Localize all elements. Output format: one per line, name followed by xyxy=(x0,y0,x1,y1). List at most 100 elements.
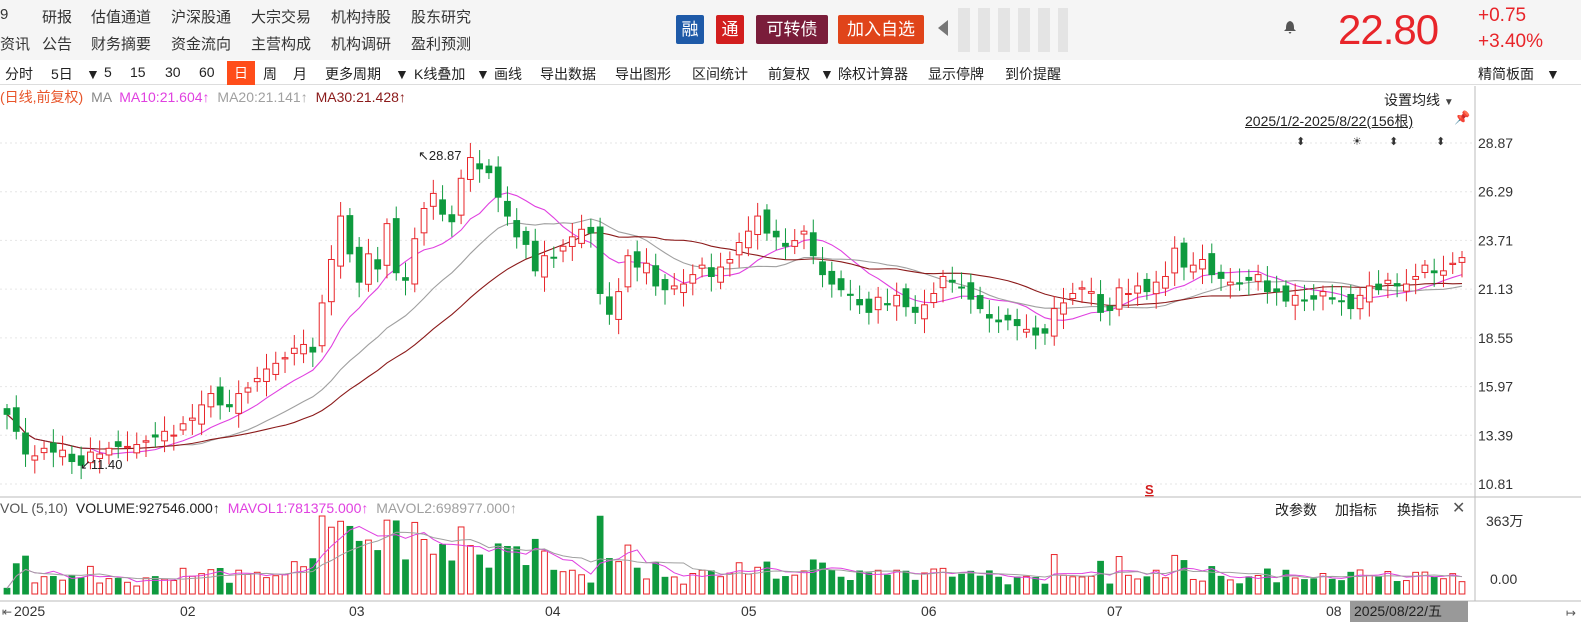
volume-bar xyxy=(402,559,409,595)
nav-item-survey[interactable]: 机构调研 xyxy=(331,33,391,54)
candle-body xyxy=(967,282,975,300)
volume-bar xyxy=(689,573,697,595)
add-watchlist-button[interactable]: 加入自选 xyxy=(838,15,924,44)
candle-body xyxy=(161,430,168,442)
range-stats[interactable]: 区间统计 xyxy=(692,64,748,84)
candle-body xyxy=(300,343,307,355)
volume-bar xyxy=(726,572,734,595)
nav-item-research[interactable]: 研报 xyxy=(42,6,72,27)
candle-body xyxy=(772,230,780,238)
volume-bar xyxy=(281,574,289,595)
volume-bars xyxy=(3,515,1466,595)
chevron-down-icon[interactable]: ▼ xyxy=(820,66,834,82)
chevron-down-icon[interactable]: ▼ xyxy=(1546,66,1560,82)
period-month[interactable]: 月 xyxy=(293,64,307,84)
chevron-down-icon[interactable]: ▼ xyxy=(476,66,490,82)
period-5day[interactable]: 5日 xyxy=(51,64,73,84)
nav-item[interactable]: 9 xyxy=(0,6,8,23)
volume-bar xyxy=(467,545,474,595)
volume-bar xyxy=(884,574,891,595)
volume-bar xyxy=(383,519,391,595)
candle-body xyxy=(828,270,836,285)
draw-line[interactable]: 画线 xyxy=(494,64,522,84)
volume-bar xyxy=(198,573,205,595)
volume-bar xyxy=(531,538,539,595)
candle-body xyxy=(865,298,873,313)
candle-body xyxy=(105,447,113,456)
switch-indicator-button[interactable]: 换指标 xyxy=(1397,500,1439,520)
export-data[interactable]: 导出数据 xyxy=(540,64,596,84)
volume-bar xyxy=(179,567,187,595)
period-day[interactable]: 日 xyxy=(227,61,255,85)
period-30min[interactable]: 30 xyxy=(165,64,181,80)
volume-bar xyxy=(958,573,965,595)
period-5min[interactable]: 5 xyxy=(104,64,112,80)
candle-body xyxy=(1458,257,1466,263)
kline-overlay[interactable]: K线叠加 xyxy=(414,64,465,84)
candle-body xyxy=(170,434,178,437)
export-graph[interactable]: 导出图形 xyxy=(615,64,671,84)
nav-item-financial[interactable]: 财务摘要 xyxy=(91,33,151,54)
volume-bar xyxy=(1124,574,1132,595)
candle-body xyxy=(1421,264,1429,273)
candles xyxy=(3,143,1466,480)
compact-panel[interactable]: 精简板面 xyxy=(1478,64,1534,84)
nav-item-hk-connect[interactable]: 沪深股通 xyxy=(171,6,231,27)
price-alert[interactable]: 到价提醒 xyxy=(1005,64,1061,84)
chevron-down-icon[interactable]: ▼ xyxy=(86,66,100,82)
volume-bar xyxy=(1097,560,1104,595)
y-tick-label: 21.13 xyxy=(1478,281,1513,297)
candle-body xyxy=(809,232,817,257)
nav-item-news[interactable]: 资讯 xyxy=(0,33,30,54)
candle-body xyxy=(281,357,289,360)
volume-bar xyxy=(355,540,363,595)
volume-bar xyxy=(828,569,836,595)
nav-item-capital-flow[interactable]: 资金流向 xyxy=(171,33,231,54)
volume-bar xyxy=(550,569,558,595)
candle-body xyxy=(884,303,891,306)
volume-bar xyxy=(226,582,233,595)
candle-body xyxy=(550,256,558,259)
nav-item-shareholder[interactable]: 股东研究 xyxy=(411,6,471,27)
period-60min[interactable]: 60 xyxy=(199,64,215,80)
period-intraday[interactable]: 分时 xyxy=(5,64,33,84)
volume-bar xyxy=(439,543,446,595)
volume-bar xyxy=(902,570,910,595)
convertible-bond-tag[interactable]: 可转债 xyxy=(756,15,828,44)
collapse-left-icon[interactable] xyxy=(938,20,948,36)
candle-body xyxy=(429,192,437,207)
period-15min[interactable]: 15 xyxy=(130,64,146,80)
volume-bar xyxy=(893,569,901,595)
connect-tag[interactable]: 通 xyxy=(716,15,744,44)
candle-body xyxy=(1356,294,1364,310)
show-suspension[interactable]: 显示停牌 xyxy=(928,64,984,84)
kline-chart[interactable]: 28.87 26.29 23.71 21.13 18.55 15.97 13.39 10.81… xyxy=(0,86,1581,628)
nav-item-institution-holding[interactable]: 机构持股 xyxy=(331,6,391,27)
candle-body xyxy=(1328,297,1336,300)
nav-item-announcement[interactable]: 公告 xyxy=(42,33,72,54)
volume-bar xyxy=(1282,569,1290,595)
candle-body xyxy=(1208,253,1216,276)
more-periods[interactable]: 更多周期 xyxy=(325,64,381,84)
ma10-line xyxy=(6,192,1463,455)
chevron-down-icon[interactable]: ▼ xyxy=(395,66,409,82)
volume-bar xyxy=(1264,568,1271,595)
candle-body xyxy=(290,347,298,354)
volume-bar xyxy=(124,581,131,595)
nav-item-block-trade[interactable]: 大宗交易 xyxy=(251,6,311,27)
volume-bar xyxy=(1115,556,1123,595)
forward-adjust[interactable]: 前复权 xyxy=(768,64,810,84)
period-week[interactable]: 周 xyxy=(263,64,277,84)
nav-item-forecast[interactable]: 盈利预测 xyxy=(411,33,471,54)
add-indicator-button[interactable]: 加指标 xyxy=(1335,500,1377,520)
close-icon[interactable]: ✕ xyxy=(1452,498,1465,518)
candle-body xyxy=(1254,274,1262,282)
margin-tag[interactable]: 融 xyxy=(676,15,704,44)
nav-item-valuation[interactable]: 估值通道 xyxy=(91,6,151,27)
edit-params-button[interactable]: 改参数 xyxy=(1275,500,1317,520)
volume-bar xyxy=(1032,577,1040,595)
ex-rights-calculator[interactable]: 除权计算器 xyxy=(838,64,908,84)
candle-body xyxy=(1013,319,1021,327)
bell-icon[interactable] xyxy=(1284,21,1296,34)
nav-item-business[interactable]: 主营构成 xyxy=(251,33,311,54)
